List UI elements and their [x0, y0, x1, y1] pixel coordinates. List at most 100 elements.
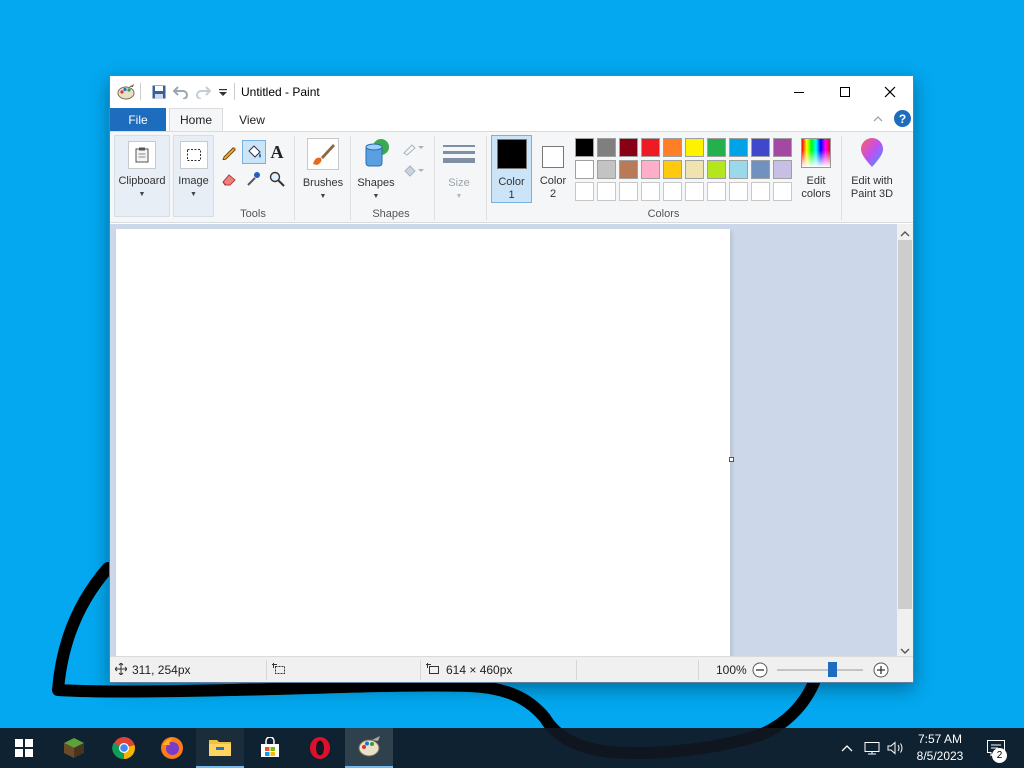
tab-file[interactable]: File: [110, 108, 166, 131]
size-button[interactable]: Size ▼: [438, 135, 480, 203]
opera-icon[interactable]: [296, 728, 344, 768]
color1-button[interactable]: Color 1: [491, 135, 532, 203]
palette-swatch[interactable]: [575, 160, 594, 179]
shapes-button[interactable]: Shapes ▼: [354, 135, 398, 203]
custom-color-slot[interactable]: [619, 182, 638, 201]
palette-swatch[interactable]: [597, 160, 616, 179]
clipboard-button[interactable]: Clipboard ▼: [114, 135, 170, 217]
drawing-canvas[interactable]: [116, 229, 730, 656]
status-bar: 311, 254px 614 × 460px 100%: [110, 656, 913, 682]
zoom-out-icon[interactable]: [752, 662, 768, 681]
size-label: Size: [448, 177, 470, 189]
taskbar-clock[interactable]: 7:57 AM 8/5/2023: [910, 731, 970, 765]
paint3d-label: Edit with Paint 3D: [850, 175, 894, 200]
action-center-button[interactable]: 2: [978, 728, 1014, 768]
custom-color-slot[interactable]: [707, 182, 726, 201]
palette-swatch[interactable]: [575, 138, 594, 157]
palette-swatch[interactable]: [729, 138, 748, 157]
palette-swatch[interactable]: [619, 160, 638, 179]
clock-time: 7:57 AM: [917, 732, 963, 746]
outline-icon[interactable]: [400, 137, 426, 159]
custom-color-slot[interactable]: [773, 182, 792, 201]
firefox-icon[interactable]: [148, 728, 196, 768]
tab-home[interactable]: Home: [169, 108, 223, 131]
microsoft-store-icon[interactable]: [246, 728, 294, 768]
color2-button[interactable]: Color 2: [535, 135, 571, 203]
fill-shape-icon[interactable]: [400, 160, 426, 182]
scroll-up-icon[interactable]: [900, 227, 910, 241]
brushes-button[interactable]: Brushes ▼: [300, 135, 346, 203]
palette-swatch[interactable]: [597, 138, 616, 157]
tab-view[interactable]: View: [230, 108, 274, 131]
resize-handle-right[interactable]: [729, 457, 734, 462]
palette-swatch[interactable]: [751, 138, 770, 157]
palette-swatch[interactable]: [729, 160, 748, 179]
palette-swatch[interactable]: [685, 138, 704, 157]
palette-swatch[interactable]: [641, 160, 660, 179]
chevron-down-icon: ▼: [190, 191, 197, 198]
custom-color-slot[interactable]: [641, 182, 660, 201]
collapse-ribbon-icon[interactable]: [872, 113, 884, 127]
zoom-slider-thumb[interactable]: [828, 662, 838, 677]
palette-swatch[interactable]: [619, 138, 638, 157]
paint-icon[interactable]: [345, 728, 393, 768]
redo-icon[interactable]: [194, 83, 212, 101]
palette-swatch[interactable]: [773, 138, 792, 157]
palette-swatch[interactable]: [663, 160, 682, 179]
chrome-icon[interactable]: [100, 728, 148, 768]
eraser-icon[interactable]: [218, 168, 240, 190]
palette-swatch[interactable]: [663, 138, 682, 157]
clock-date: 8/5/2023: [916, 749, 964, 763]
window-title: Untitled - Paint: [241, 85, 320, 99]
minecraft-icon[interactable]: [50, 728, 98, 768]
paint-window: Untitled - Paint File Home View ? Clipbo…: [109, 75, 914, 683]
color-picker-icon[interactable]: [242, 168, 264, 190]
magnifier-icon[interactable]: [266, 168, 288, 190]
paint3d-icon: [857, 138, 887, 168]
palette-swatch[interactable]: [773, 160, 792, 179]
windows-icon: [15, 739, 33, 757]
palette-swatch[interactable]: [707, 160, 726, 179]
customize-toolbar-icon[interactable]: [214, 83, 232, 101]
show-hidden-icons-icon[interactable]: [836, 728, 858, 768]
save-icon[interactable]: [150, 83, 168, 101]
custom-color-slot[interactable]: [751, 182, 770, 201]
palette-swatch[interactable]: [641, 138, 660, 157]
minimize-button[interactable]: [776, 76, 822, 107]
start-button[interactable]: [0, 728, 48, 768]
undo-icon[interactable]: [172, 83, 190, 101]
ribbon-tabs: File Home View ?: [110, 107, 913, 131]
color2-label: Color 2: [539, 175, 567, 200]
palette-swatch[interactable]: [707, 138, 726, 157]
palette-swatch[interactable]: [751, 160, 770, 179]
colors-group-label: Colors: [647, 208, 680, 220]
color1-swatch: [496, 139, 527, 169]
pencil-icon[interactable]: [218, 141, 240, 163]
shapes-icon: [360, 138, 392, 170]
close-button[interactable]: [867, 76, 913, 107]
text-icon[interactable]: A: [266, 141, 288, 163]
custom-color-slot[interactable]: [597, 182, 616, 201]
volume-icon[interactable]: [884, 728, 908, 768]
fill-icon[interactable]: [242, 140, 266, 164]
custom-color-slot[interactable]: [575, 182, 594, 201]
help-icon[interactable]: ?: [894, 110, 911, 127]
edit-colors-button[interactable]: Edit colors: [796, 135, 836, 203]
zoom-in-icon[interactable]: [873, 662, 889, 681]
paint-app-icon[interactable]: [117, 83, 135, 101]
file-explorer-icon[interactable]: [196, 728, 244, 768]
network-icon[interactable]: [860, 728, 884, 768]
custom-color-slot[interactable]: [685, 182, 704, 201]
edit-with-paint3d-button[interactable]: Edit with Paint 3D: [845, 135, 899, 203]
custom-color-slot[interactable]: [663, 182, 682, 201]
custom-color-slot[interactable]: [729, 182, 748, 201]
image-button[interactable]: Image ▼: [173, 135, 214, 217]
title-bar: Untitled - Paint: [110, 76, 913, 107]
ribbon: Clipboard ▼ Image ▼ A Tools Brushes ▼ Sh…: [110, 131, 913, 223]
zoom-slider[interactable]: [777, 662, 863, 677]
palette-swatch[interactable]: [685, 160, 704, 179]
taskbar: 7:57 AM 8/5/2023 2: [0, 728, 1024, 768]
maximize-button[interactable]: [822, 76, 868, 107]
vertical-scrollbar[interactable]: [897, 224, 913, 656]
scroll-thumb[interactable]: [898, 240, 912, 609]
